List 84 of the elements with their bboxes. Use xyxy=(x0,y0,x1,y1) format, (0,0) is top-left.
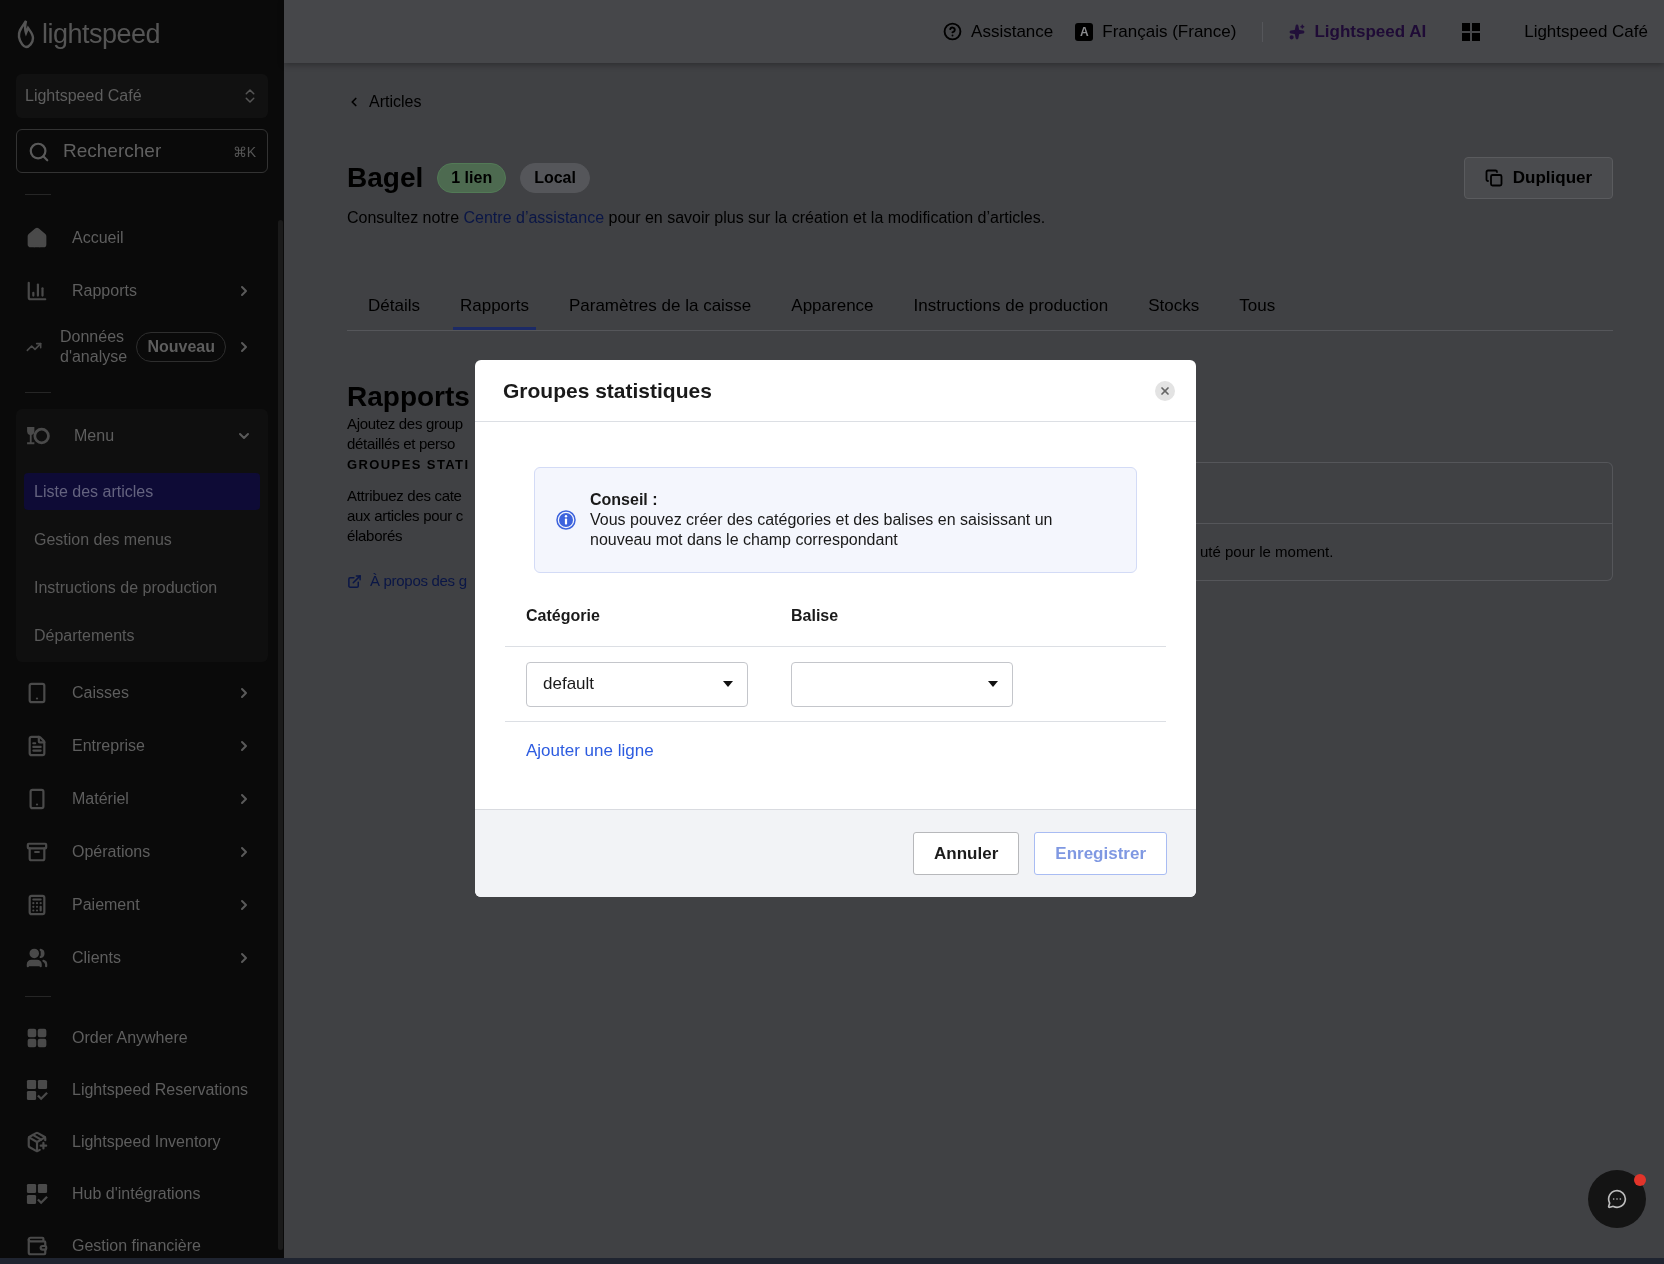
chat-icon xyxy=(1607,1189,1627,1209)
status-badge: 1 lien xyxy=(437,163,507,193)
phone-icon xyxy=(26,787,48,810)
nav-item[interactable]: Paiement xyxy=(16,878,268,932)
store-selector[interactable]: Lightspeed Café xyxy=(16,74,268,119)
flame-logo-icon xyxy=(16,19,36,49)
tab[interactable]: Paramètres de la caisse xyxy=(561,285,759,330)
column-header: Balise xyxy=(791,606,839,626)
submenu-item[interactable]: Liste des articles xyxy=(24,473,260,511)
house-icon xyxy=(26,226,48,249)
tablet-icon xyxy=(26,681,48,704)
nav-item[interactable]: Opérations xyxy=(16,825,268,879)
dialog-title: Groupes statistiques xyxy=(503,377,712,404)
nav-item[interactable]: Entreprise xyxy=(16,719,268,773)
info-icon xyxy=(556,510,576,530)
grid-check-icon xyxy=(26,1079,48,1101)
subsection-description: Attribuez des cate xyxy=(347,486,463,506)
search-icon xyxy=(28,141,50,164)
submenu-item[interactable]: Départements xyxy=(24,617,260,655)
duplicate-button[interactable]: Dupliquer xyxy=(1464,157,1613,199)
tip-text: Vous pouvez créer des catégories et des balises en saisissant un nouveau mot dans le champ correspondant xyxy=(590,510,1054,550)
submenu-item[interactable]: Gestion des menus xyxy=(24,521,260,559)
nav-item[interactable]: Gestion financière xyxy=(16,1234,268,1258)
nav-item[interactable]: Hub d'intégrations xyxy=(16,1182,268,1206)
close-button[interactable] xyxy=(1155,380,1175,401)
scrollbar-thumb[interactable] xyxy=(278,220,283,1250)
column-header: Catégorie xyxy=(526,606,600,626)
tag-select[interactable] xyxy=(791,661,1013,707)
submenu-item[interactable]: Instructions de production xyxy=(24,569,260,607)
nav-item[interactable]: Caisses xyxy=(16,666,268,720)
page-title: Bagel xyxy=(347,161,424,195)
grid-icon xyxy=(26,1027,48,1049)
grid-check-icon xyxy=(26,1183,48,1205)
category-select[interactable]: default xyxy=(526,661,748,707)
add-row-link[interactable]: Ajouter une ligne xyxy=(526,741,654,761)
bar-chart-icon xyxy=(26,279,48,302)
nav-item[interactable]: Données d'analyse Nouveau xyxy=(16,317,268,378)
tab[interactable]: Apparence xyxy=(784,285,881,330)
nav-item[interactable]: Matériel xyxy=(16,772,268,826)
apps-grid-icon[interactable] xyxy=(1462,22,1481,41)
nav-item[interactable]: Accueil xyxy=(16,211,268,265)
empty-state-text: uté pour le moment. xyxy=(1200,541,1334,562)
archive-box-icon xyxy=(26,840,48,863)
close-icon xyxy=(1159,384,1171,397)
ai-link[interactable]: Lightspeed AI xyxy=(1289,18,1427,45)
caret-down-icon xyxy=(723,681,733,687)
help-icon xyxy=(943,22,963,41)
shortcut-hint: ⌘K xyxy=(232,143,256,162)
subsection-heading: GROUPES STATI xyxy=(347,456,471,474)
nav-item[interactable]: Order Anywhere xyxy=(16,1026,268,1050)
status-badge: Local xyxy=(520,163,590,193)
document-icon xyxy=(26,734,48,757)
section-title: Rapports xyxy=(347,380,471,414)
tab[interactable]: Tous xyxy=(1232,285,1283,330)
section-description: détaillés et perso xyxy=(347,434,456,454)
nav-item[interactable]: Rapports xyxy=(16,264,268,318)
help-link[interactable]: Assistance xyxy=(943,18,1054,45)
tab[interactable]: Instructions de production xyxy=(906,285,1116,330)
logo-wordmark: lightspeed xyxy=(42,18,161,50)
nav-item[interactable]: Menu xyxy=(16,409,268,463)
section-description: Ajoutez des group xyxy=(347,414,464,434)
caret-down-icon xyxy=(988,681,998,687)
language-selector[interactable]: A Français (France) xyxy=(1075,18,1237,45)
nav-item[interactable]: Lightspeed Inventory xyxy=(16,1130,268,1154)
subsection-description: aux articles pour c xyxy=(347,506,465,526)
back-link[interactable]: Articles xyxy=(347,92,422,112)
cancel-button[interactable]: Annuler xyxy=(913,832,1020,875)
language-icon: A xyxy=(1075,22,1094,41)
glass-and-plate-icon xyxy=(26,425,50,446)
wallet-icon xyxy=(26,1235,48,1257)
sparkle-icon xyxy=(1289,23,1306,40)
copy-icon xyxy=(1484,169,1503,187)
calculator-icon xyxy=(26,893,48,916)
external-link-icon xyxy=(347,573,362,589)
account-menu[interactable]: Lightspeed Café xyxy=(1524,18,1648,45)
users-icon xyxy=(26,946,48,969)
nav-item[interactable]: Lightspeed Reservations xyxy=(16,1078,268,1102)
package-plus-icon xyxy=(26,1131,48,1153)
nav-item[interactable]: Clients xyxy=(16,931,268,985)
tip-title: Conseil : xyxy=(590,490,658,510)
tab[interactable]: Rapports xyxy=(452,285,536,330)
tab[interactable]: Détails xyxy=(361,285,427,330)
subsection-description: élaborés xyxy=(347,526,404,546)
tab[interactable]: Stocks xyxy=(1141,285,1207,330)
